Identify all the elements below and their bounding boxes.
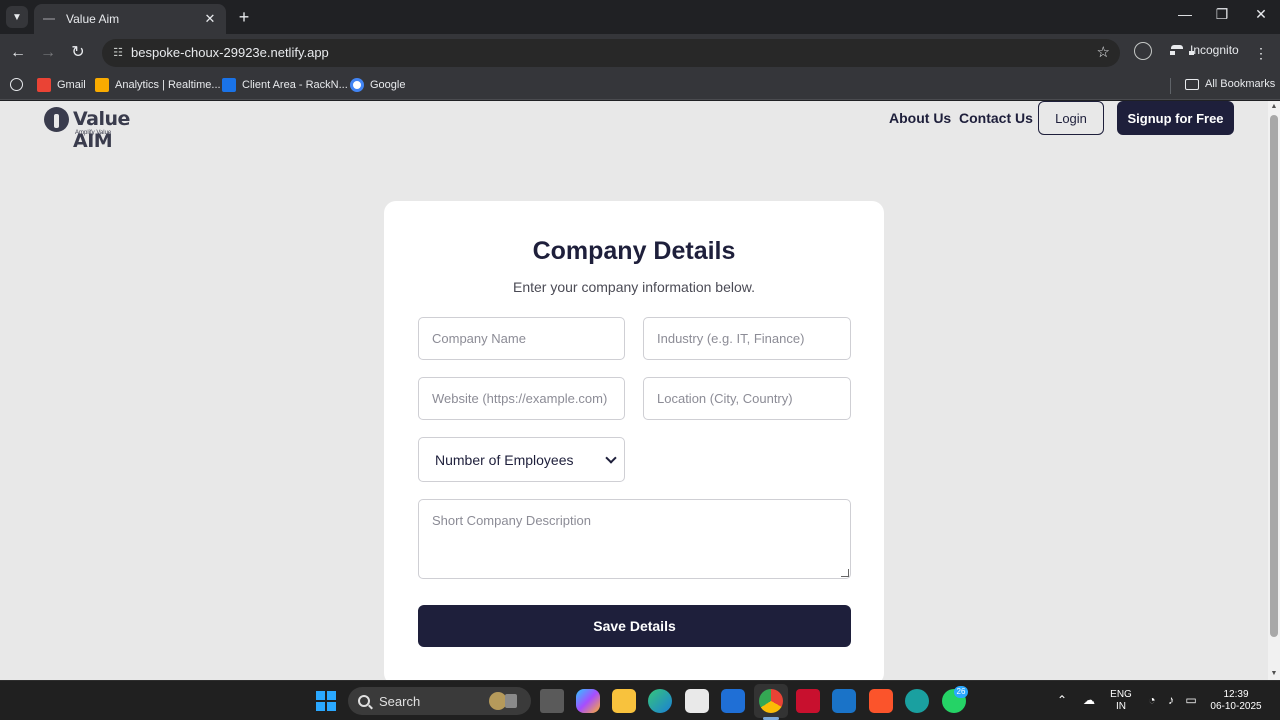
bookmark-star-icon[interactable]: ☆: [1097, 43, 1110, 61]
incognito-indicator[interactable]: Incognito: [1170, 43, 1239, 57]
analytics-icon: [95, 78, 109, 92]
website-input[interactable]: [418, 377, 625, 420]
gmail-icon: [37, 78, 51, 92]
browser-tab[interactable]: Value Aim ✕: [34, 4, 226, 34]
signup-button[interactable]: Signup for Free: [1117, 101, 1234, 135]
bookmarks-divider: [1170, 78, 1171, 94]
clock-time: 12:39: [1223, 689, 1249, 700]
industry-input[interactable]: [643, 317, 851, 360]
onedrive-icon[interactable]: ☁: [1081, 693, 1097, 707]
bookmark-analytics[interactable]: Analytics | Realtime...: [95, 78, 221, 92]
chevron-down-icon: [605, 451, 617, 464]
bookmark-label: Analytics | Realtime...: [115, 79, 221, 91]
employees-select[interactable]: Number of Employees: [418, 437, 625, 482]
form-subtitle: Enter your company information below.: [512, 279, 755, 295]
company-details-card: Company Details Enter your company infor…: [384, 201, 884, 680]
scroll-down-icon[interactable]: ▼: [1270, 670, 1278, 678]
location-input[interactable]: [643, 377, 851, 420]
bookmark-label: Gmail: [57, 79, 86, 91]
logo-mark-icon: [44, 107, 69, 132]
windows-start-icon[interactable]: [316, 691, 336, 711]
clock-date: 06-10-2025: [1210, 701, 1262, 712]
incognito-icon: [1170, 45, 1194, 55]
address-bar[interactable]: ☷ bespoke-choux-29923e.netlify.app ☆: [102, 39, 1120, 67]
whatsapp-badge: 26: [954, 686, 968, 698]
forward-arrow-icon[interactable]: →: [38, 43, 58, 63]
chrome-icon[interactable]: [759, 689, 783, 713]
all-bookmarks-label: All Bookmarks: [1205, 78, 1276, 90]
company-name-input[interactable]: [418, 317, 625, 360]
browser-toolbar: ← → ↻ ☷ bespoke-choux-29923e.netlify.app…: [0, 34, 1280, 72]
back-arrow-icon[interactable]: ←: [8, 43, 28, 63]
bookmark-racknerd[interactable]: Client Area - RackN...: [222, 78, 348, 92]
scroll-thumb[interactable]: [1270, 115, 1278, 637]
os-taskbar: Search 26 ⌃ ☁ ENG IN ◔ ♪ ▭ 12:39 06-10-2…: [0, 680, 1280, 720]
minimize-icon[interactable]: —: [1175, 6, 1195, 22]
login-button[interactable]: Login: [1038, 101, 1104, 135]
brave-icon[interactable]: [869, 689, 893, 713]
wifi-icon[interactable]: ◔: [1144, 693, 1160, 707]
form-title: Company Details: [532, 237, 736, 265]
bookmark-label: Google: [370, 79, 406, 91]
nav-contact-us[interactable]: Contact Us: [959, 110, 1033, 126]
language-label: ENG: [1110, 689, 1132, 700]
description-textarea[interactable]: [418, 499, 851, 579]
racknerd-icon: [222, 78, 236, 92]
restore-icon[interactable]: ❐: [1212, 6, 1232, 23]
mcafee-icon[interactable]: [796, 689, 820, 713]
volume-icon[interactable]: ♪: [1163, 693, 1179, 707]
browser-menu-icon[interactable]: ⋮: [1254, 43, 1268, 63]
url-text[interactable]: bespoke-choux-29923e.netlify.app: [131, 45, 329, 60]
reload-icon[interactable]: ↻: [68, 43, 88, 63]
logo-tagline: Amplify Value: [75, 130, 112, 136]
tray-overflow-icon[interactable]: ⌃: [1054, 693, 1070, 707]
nav-about-us[interactable]: About Us: [889, 110, 951, 126]
new-tab-button[interactable]: +: [234, 7, 254, 28]
bookmark-google[interactable]: Google: [350, 78, 405, 92]
tab-favicon-icon: [42, 12, 56, 26]
microsoft-store-icon[interactable]: [685, 689, 709, 713]
google-icon: [350, 78, 364, 92]
search-highlight-icon: [487, 691, 523, 711]
site-info-icon[interactable]: ☷: [110, 45, 126, 61]
page-viewport: Value AIM Amplify Value About Us Contact…: [0, 101, 1268, 680]
azure-icon[interactable]: [721, 689, 745, 713]
resize-handle-icon[interactable]: [841, 569, 849, 577]
taskbar-search[interactable]: Search: [348, 687, 531, 715]
language-indicator[interactable]: ENG IN: [1108, 689, 1134, 713]
file-explorer-icon[interactable]: [612, 689, 636, 713]
browser-tab-bar: ▼ Value Aim ✕ + — ❐ ✕: [0, 0, 1280, 34]
taskbar-search-label: Search: [379, 693, 421, 709]
tab-search-button[interactable]: ▼: [6, 6, 28, 28]
scroll-up-icon[interactable]: ▲: [1270, 103, 1278, 111]
tab-title: Value Aim: [66, 12, 120, 26]
tab-close-icon[interactable]: ✕: [202, 11, 218, 27]
apps-icon[interactable]: [10, 78, 29, 91]
site-logo[interactable]: Value AIM Amplify Value: [44, 107, 174, 152]
save-details-button[interactable]: Save Details: [418, 605, 851, 647]
clock[interactable]: 12:39 06-10-2025: [1206, 689, 1266, 713]
task-view-icon[interactable]: [540, 689, 564, 713]
battery-icon[interactable]: ▭: [1183, 693, 1199, 707]
all-bookmarks-button[interactable]: All Bookmarks: [1185, 78, 1275, 90]
bookmark-label: Client Area - RackN...: [242, 79, 348, 91]
edge-icon[interactable]: [648, 689, 672, 713]
extensions-icon[interactable]: [1134, 42, 1152, 60]
bookmark-gmail[interactable]: Gmail: [37, 78, 86, 92]
bookmarks-bar: Gmail Analytics | Realtime... Client Are…: [0, 72, 1280, 100]
dev-tool-icon[interactable]: [905, 689, 929, 713]
copilot-icon[interactable]: [576, 689, 600, 713]
outlook-icon[interactable]: [832, 689, 856, 713]
folder-icon: [1185, 78, 1199, 90]
region-label: IN: [1116, 701, 1126, 712]
window-close-icon[interactable]: ✕: [1251, 6, 1271, 23]
page-scrollbar[interactable]: ▲ ▼: [1268, 101, 1280, 680]
incognito-label: Incognito: [1190, 43, 1239, 57]
employees-select-value: Number of Employees: [435, 451, 574, 468]
search-icon: [358, 695, 370, 707]
